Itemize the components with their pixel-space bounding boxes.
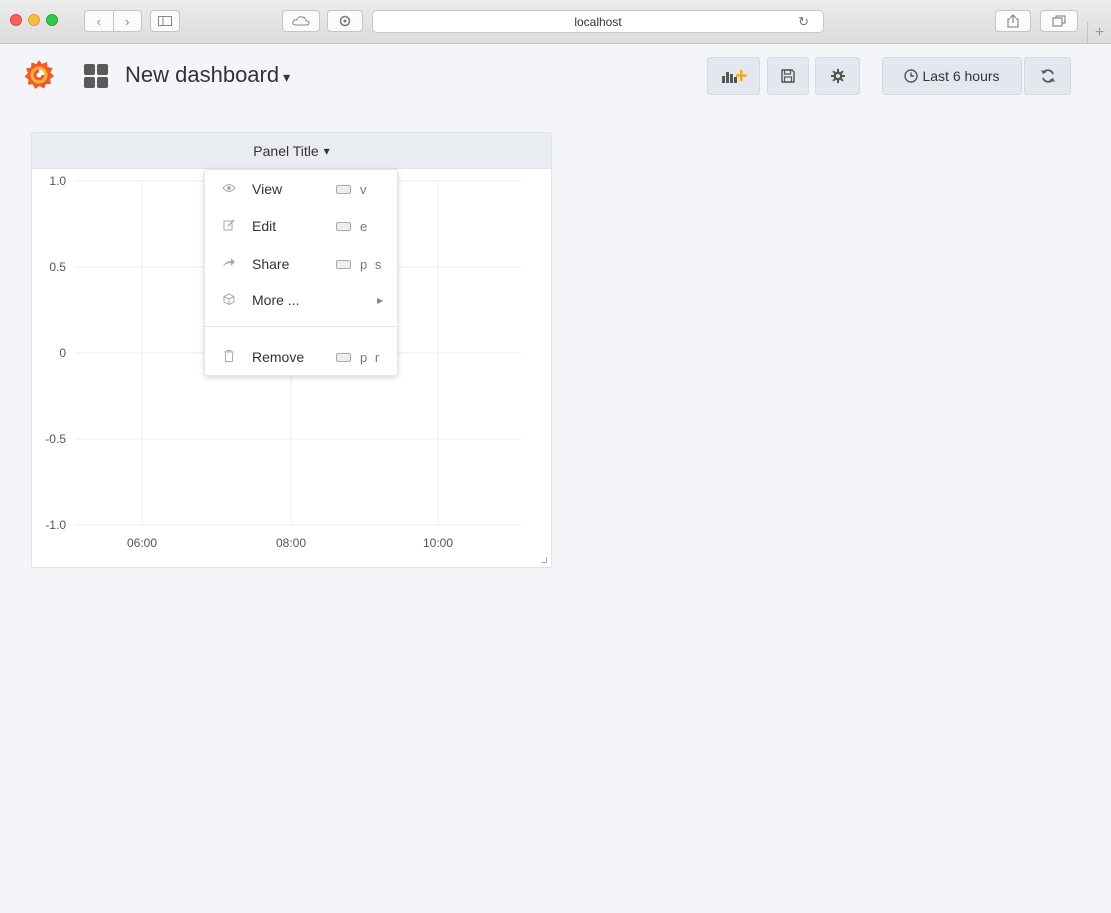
dashboard-settings-button[interactable]: [815, 57, 860, 95]
grid-cell: [97, 64, 108, 75]
y-tick-label: -1.0: [45, 518, 66, 532]
minimize-window-button[interactable]: [28, 14, 40, 26]
menu-item-label: Remove: [252, 349, 305, 365]
menu-divider: [205, 326, 399, 327]
y-tick-label: 0: [59, 346, 66, 360]
share-icon: [221, 257, 237, 271]
dashboard-title: New dashboard: [125, 62, 280, 87]
menu-item-label: View: [252, 181, 283, 197]
shortcut-text: v: [360, 181, 369, 197]
chevron-down-icon: ▾: [283, 69, 291, 85]
refresh-button[interactable]: [1024, 57, 1071, 95]
share-page-button[interactable]: [995, 10, 1031, 32]
y-tick-label: -0.5: [45, 432, 66, 446]
grid-cell: [97, 77, 108, 88]
menu-item-remove[interactable]: Remove p r: [205, 344, 399, 370]
menu-item-label: Edit: [252, 218, 277, 234]
tabs-icon: [1052, 15, 1066, 27]
x-tick-label: 10:00: [423, 536, 453, 550]
chevron-right-icon: ▶: [377, 295, 384, 305]
shortcut-text: p s: [360, 256, 384, 272]
grafana-logo-icon[interactable]: [22, 58, 56, 92]
grid-cell: [84, 64, 95, 75]
x-tick-label: 08:00: [276, 536, 306, 550]
trash-icon: [221, 349, 237, 365]
keyboard-icon: [336, 259, 351, 269]
shortcut-text: p r: [360, 349, 382, 365]
keyboard-icon: [336, 352, 351, 362]
extension-icon: [339, 15, 351, 27]
time-range-picker[interactable]: Last 6 hours: [882, 57, 1022, 95]
back-button[interactable]: ‹: [85, 14, 113, 29]
menu-item-share[interactable]: Share p s: [205, 251, 399, 277]
y-tick-label: 0.5: [49, 260, 66, 274]
extension-button[interactable]: [327, 10, 363, 32]
keyboard-icon: [336, 221, 351, 231]
refresh-icon: [1040, 69, 1055, 83]
menu-item-label: More ...: [252, 292, 300, 308]
dashboard-title-dropdown[interactable]: New dashboard ▾: [125, 62, 290, 88]
tabs-overview-button[interactable]: [1040, 10, 1078, 32]
zoom-window-button[interactable]: [46, 14, 58, 26]
menu-item-more[interactable]: More ... ▶: [205, 287, 399, 313]
menu-item-edit[interactable]: Edit e: [205, 213, 399, 239]
gear-icon: [830, 69, 845, 83]
panel-menu: View v Edit e Share p s More ... ▶ Remov…: [204, 169, 399, 376]
address-bar[interactable]: localhost ↻: [372, 10, 824, 33]
address-text: localhost: [574, 14, 622, 29]
new-tab-button[interactable]: +: [1087, 22, 1111, 44]
reload-icon[interactable]: ↻: [798, 14, 809, 30]
x-tick-label: 06:00: [127, 536, 157, 550]
edit-icon: [221, 218, 237, 234]
back-forward-group: ‹ ›: [84, 10, 142, 32]
save-icon: [781, 69, 795, 83]
sidebar-toggle-button[interactable]: [150, 10, 180, 32]
share-icon: [1007, 14, 1019, 28]
clock-icon: [904, 69, 919, 83]
time-range-label: Last 6 hours: [922, 68, 1000, 84]
panel-resize-handle[interactable]: [541, 557, 547, 563]
close-window-button[interactable]: [10, 14, 22, 26]
grid-cell: [84, 77, 95, 88]
y-tick-label: 1.0: [49, 174, 66, 188]
add-panel-button[interactable]: [707, 57, 760, 95]
cloud-icon: [292, 16, 310, 26]
eye-icon: [221, 182, 237, 196]
browser-toolbar: ‹ › localhost ↻ +: [0, 0, 1111, 44]
dashboard-grid-icon: [84, 64, 108, 88]
shortcut-text: e: [360, 218, 370, 234]
menu-item-view[interactable]: View v: [205, 176, 399, 202]
add-panel-icon: [721, 70, 746, 83]
sidebar-icon: [158, 16, 172, 26]
menu-item-label: Share: [252, 256, 290, 272]
save-dashboard-button[interactable]: [767, 57, 809, 95]
cube-icon: [221, 292, 237, 308]
keyboard-icon: [336, 184, 351, 194]
icloud-tabs-button[interactable]: [282, 10, 320, 32]
forward-button[interactable]: ›: [114, 14, 142, 29]
